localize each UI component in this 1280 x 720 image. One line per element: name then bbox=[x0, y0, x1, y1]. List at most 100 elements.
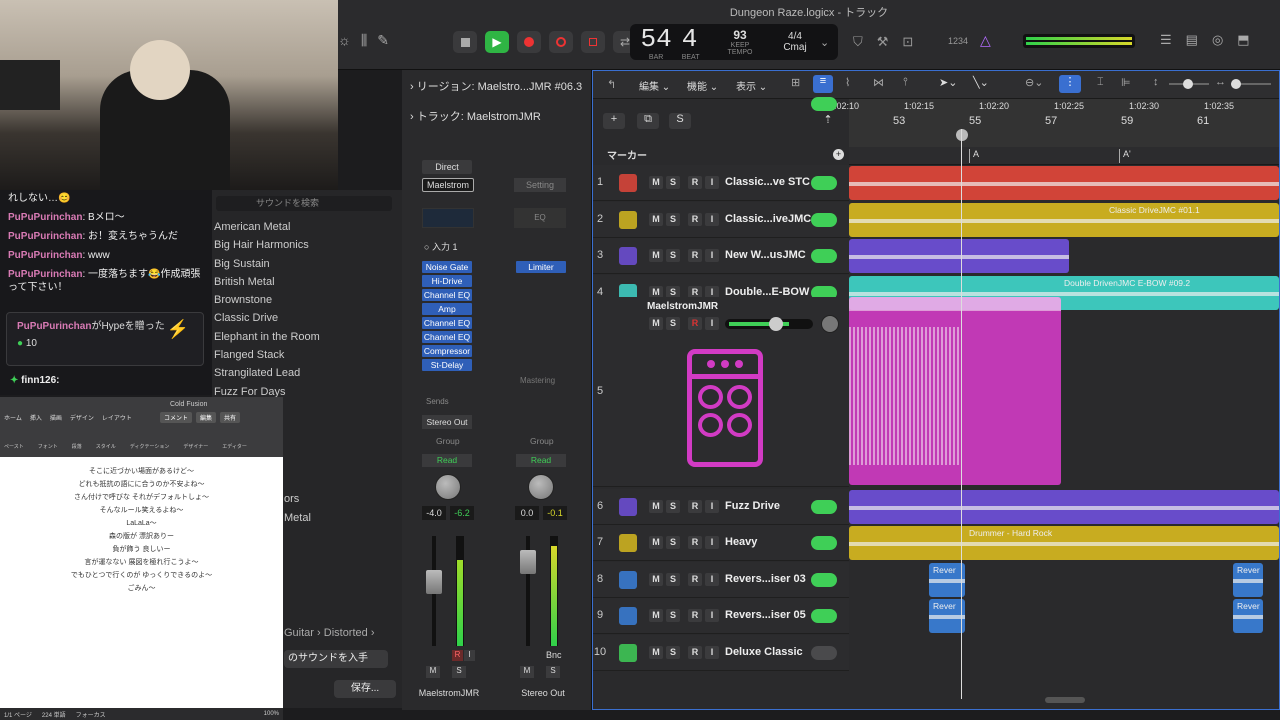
input-monitor-button[interactable]: I bbox=[705, 573, 719, 586]
input-monitor-button[interactable]: I bbox=[705, 646, 719, 659]
track-header[interactable]: 3 M S R I New W...usJMC bbox=[593, 238, 849, 274]
group-slot-2[interactable]: Group bbox=[530, 436, 554, 446]
audio-region[interactable]: Rever bbox=[929, 599, 965, 633]
insert-plugin[interactable]: St-Delay bbox=[422, 359, 472, 371]
chat-user[interactable]: PuPuPurinchan bbox=[8, 250, 82, 261]
track-on-off-toggle[interactable] bbox=[811, 646, 837, 660]
input-monitor-button[interactable]: I bbox=[705, 213, 719, 226]
pan-knob-2[interactable] bbox=[528, 474, 554, 500]
vertical-zoom-icon-2[interactable]: ↕ bbox=[1153, 76, 1159, 88]
chat-user[interactable]: PuPuPurinchan bbox=[8, 269, 82, 280]
snap-icon[interactable]: ⊖⌄ bbox=[1025, 76, 1043, 89]
mute-button[interactable]: M bbox=[649, 213, 663, 226]
automation-icon[interactable]: ⌇ bbox=[845, 76, 850, 89]
insert-plugin[interactable]: Noise Gate bbox=[422, 261, 472, 273]
input-monitor-button[interactable]: I bbox=[464, 650, 475, 661]
library-item[interactable]: Big Sustain bbox=[212, 255, 320, 273]
track-header[interactable]: 1 M S R I Classic...ve STC bbox=[593, 165, 849, 201]
ribbon-tab[interactable]: ホーム bbox=[4, 413, 22, 422]
audio-region[interactable]: Rever bbox=[929, 563, 965, 597]
edit-menu[interactable]: 編集 ⌄ bbox=[639, 78, 670, 93]
marker-a-prime[interactable]: A' bbox=[1119, 149, 1131, 163]
track-header[interactable]: 6 M S R I Fuzz Drive bbox=[593, 489, 849, 525]
grid-view-icon[interactable]: ⊞ bbox=[791, 76, 800, 89]
track-name[interactable]: Heavy bbox=[725, 536, 757, 548]
library-item[interactable]: Flanged Stack bbox=[212, 346, 320, 364]
ribbon-tab[interactable]: デザイン bbox=[70, 413, 94, 422]
ribbon-tool[interactable]: デザイナー bbox=[183, 427, 208, 450]
track-header[interactable]: 2 M S R I Classic...iveJMC bbox=[593, 202, 849, 238]
group-slot[interactable]: Group bbox=[436, 436, 460, 446]
record-enable-button[interactable]: R bbox=[688, 317, 702, 330]
insert-plugin[interactable]: Amp bbox=[422, 303, 472, 315]
capture-record-button[interactable] bbox=[549, 31, 573, 53]
marker-a[interactable]: A bbox=[969, 149, 979, 163]
automation-mode-2[interactable]: Read bbox=[516, 454, 566, 467]
pan-knob[interactable] bbox=[435, 474, 461, 500]
record-enable-button[interactable]: R bbox=[688, 249, 702, 262]
doc-line[interactable]: LaLaLa〜 bbox=[0, 517, 283, 530]
mute-button[interactable]: M bbox=[649, 317, 663, 330]
back-icon[interactable]: ↰ bbox=[607, 78, 616, 91]
library-path[interactable]: Guitar › Distorted › bbox=[284, 627, 375, 639]
track-name[interactable]: Deluxe Classic bbox=[725, 646, 803, 658]
input-monitor-button[interactable]: I bbox=[705, 176, 719, 189]
audio-region[interactable]: Classic DriveJMC #01.1 bbox=[849, 203, 1279, 237]
get-more-sounds-button[interactable]: のサウンドを入手 bbox=[284, 650, 388, 668]
doc-line[interactable]: ごみん〜 bbox=[0, 582, 283, 595]
chat-user[interactable]: PuPuPurinchan bbox=[8, 212, 82, 223]
ribbon-tool[interactable]: ディクテーション bbox=[130, 427, 170, 450]
doc-line[interactable]: そこに近づかい場面があるけど〜 bbox=[0, 465, 283, 478]
track-name[interactable]: New W...usJMC bbox=[725, 249, 806, 261]
track-header[interactable]: 9 M S R I Revers...iser 05 bbox=[593, 598, 849, 634]
track-inspector-header[interactable]: › トラック: MaelstromJMR bbox=[410, 108, 541, 124]
record-enable-button[interactable]: R bbox=[688, 500, 702, 513]
record-button[interactable] bbox=[517, 31, 541, 53]
record-enable-button[interactable]: R bbox=[688, 609, 702, 622]
record-enable-button[interactable]: R bbox=[452, 650, 463, 661]
volume-fader-2[interactable] bbox=[520, 550, 536, 574]
library-item[interactable]: Brownstone bbox=[212, 291, 320, 309]
catch-icon[interactable]: ⫯ bbox=[903, 76, 908, 89]
metronome-icon[interactable]: △ bbox=[980, 32, 991, 49]
eq-display-2[interactable]: EQ bbox=[514, 208, 566, 228]
mute-button[interactable]: M bbox=[649, 646, 663, 659]
input-monitor-button[interactable]: I bbox=[705, 249, 719, 262]
save-patch-button[interactable]: 保存... bbox=[334, 680, 396, 698]
volume-readout[interactable]: -4.0 bbox=[422, 506, 446, 520]
library-item[interactable]: Elephant in the Room bbox=[212, 328, 320, 346]
replace-button[interactable] bbox=[581, 31, 605, 53]
zoom-level[interactable]: 100% bbox=[264, 711, 283, 717]
horizontal-scrollbar[interactable] bbox=[1045, 697, 1085, 703]
chat-user[interactable]: PuPuPurinchan bbox=[8, 231, 82, 242]
ribbon-tab[interactable]: 描画 bbox=[50, 413, 62, 422]
list-icon[interactable]: ☰ bbox=[1160, 32, 1172, 48]
chat-last-user[interactable]: ✦ finn126: bbox=[10, 375, 60, 386]
vertical-zoom-slider[interactable] bbox=[1169, 79, 1209, 89]
track-header[interactable]: 7 M S R I Heavy bbox=[593, 525, 849, 561]
ribbon-tool[interactable]: フォント bbox=[38, 427, 58, 450]
low-latency-icon[interactable]: ⛉ bbox=[853, 34, 863, 50]
output-button[interactable]: Stereo Out bbox=[422, 415, 472, 429]
track-on-off-toggle[interactable] bbox=[811, 249, 837, 263]
track-name[interactable]: Classic...iveJMC bbox=[725, 213, 811, 225]
track-on-off-toggle[interactable] bbox=[811, 609, 837, 623]
track-on-off-toggle[interactable] bbox=[811, 213, 837, 227]
waveform-zoom-icon[interactable]: ⋮ bbox=[1059, 75, 1081, 93]
track-header[interactable]: 8 M S R I Revers...iser 03 bbox=[593, 562, 849, 598]
functions-menu[interactable]: 機能 ⌄ bbox=[687, 78, 718, 93]
solo-button[interactable]: S bbox=[666, 176, 680, 189]
audio-region[interactable]: Drummer - Hard Rock bbox=[849, 526, 1279, 560]
limiter-plugin[interactable]: Limiter bbox=[516, 261, 566, 273]
track-icon[interactable] bbox=[619, 247, 637, 265]
stop-button[interactable] bbox=[453, 31, 477, 53]
pointer-tool-icon[interactable]: ➤⌄ bbox=[939, 76, 957, 89]
library-item[interactable]: Classic Drive bbox=[212, 309, 320, 327]
library-item[interactable]: Strangilated Lead bbox=[212, 364, 320, 382]
share-button[interactable]: 共有 bbox=[220, 412, 241, 423]
track-on-off-toggle[interactable] bbox=[811, 536, 837, 550]
marker-track-label[interactable]: マーカー bbox=[607, 147, 647, 162]
view-menu[interactable]: 表示 ⌄ bbox=[736, 78, 767, 93]
track-icon[interactable] bbox=[619, 644, 637, 662]
ribbon-tool[interactable]: スタイル bbox=[96, 427, 116, 450]
